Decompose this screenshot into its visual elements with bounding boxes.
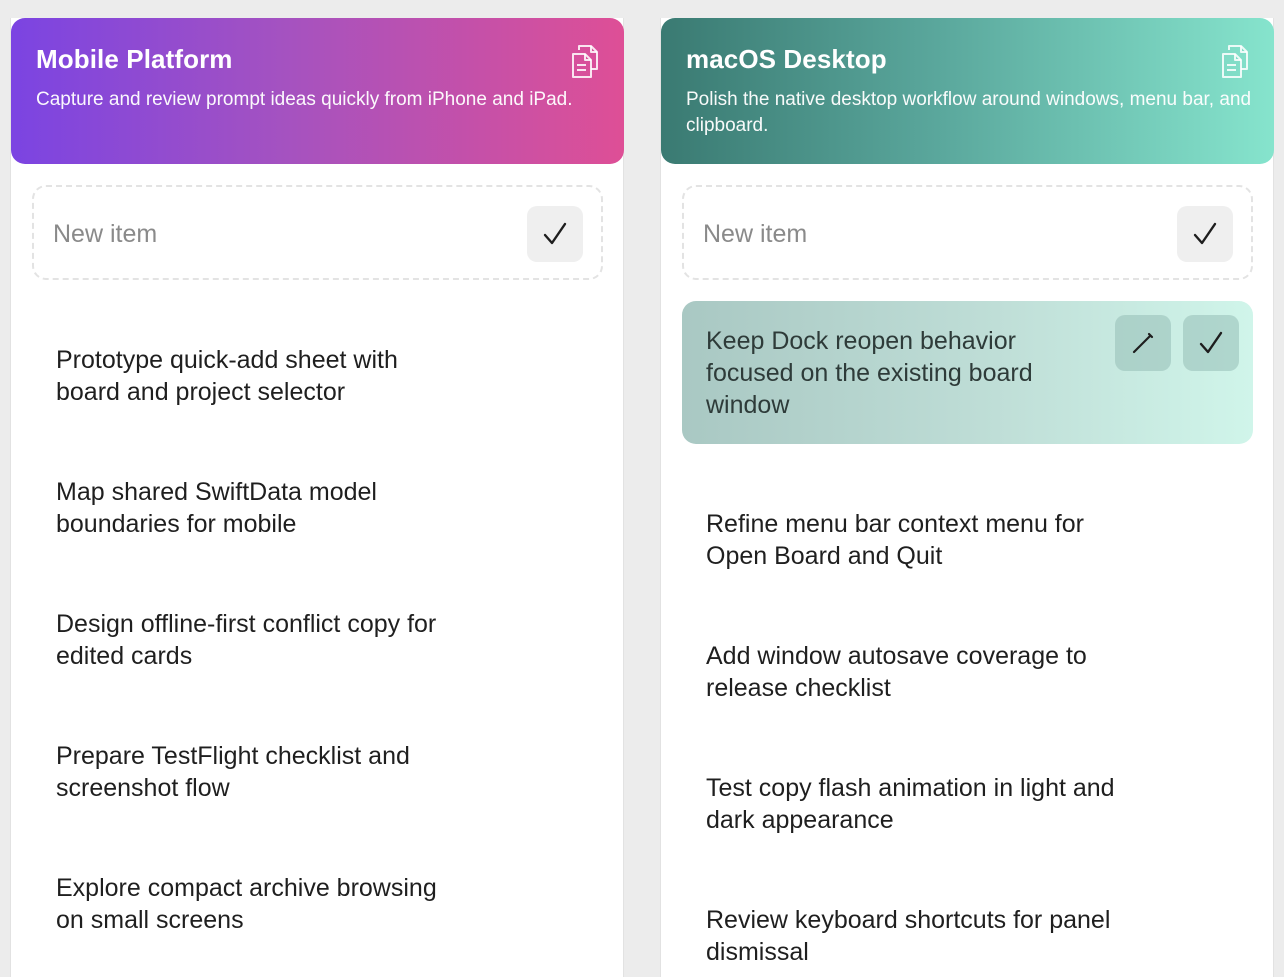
column-title: Mobile Platform <box>36 44 233 74</box>
new-item-row <box>32 185 603 280</box>
list-item-highlighted[interactable]: Keep Dock reopen behavior focused on the… <box>682 301 1253 444</box>
list-item[interactable]: Prepare TestFlight checklist and screens… <box>32 716 603 828</box>
complete-button[interactable] <box>1183 315 1239 371</box>
item-text: Refine menu bar context menu for Open Bo… <box>706 510 1084 570</box>
add-item-button[interactable] <box>527 206 583 262</box>
copy-icon[interactable] <box>570 43 600 79</box>
list-item[interactable]: Review keyboard shortcuts for panel dism… <box>682 880 1253 977</box>
list-item[interactable]: Refine menu bar context menu for Open Bo… <box>682 484 1253 596</box>
item-text: Explore compact archive browsing on smal… <box>56 874 437 934</box>
list-item[interactable]: Explore compact archive browsing on smal… <box>32 848 603 960</box>
pencil-icon <box>1132 332 1154 354</box>
new-item-row <box>682 185 1253 280</box>
list-item[interactable]: Add window autosave coverage to release … <box>682 616 1253 728</box>
column-macos-desktop: macOS Desktop Polish the native desktop … <box>660 18 1274 977</box>
item-text: Keep Dock reopen behavior focused on the… <box>706 327 1033 419</box>
new-item-input[interactable] <box>53 217 493 251</box>
item-text: Design offline-first conflict copy for e… <box>56 610 437 670</box>
item-text: Review keyboard shortcuts for panel dism… <box>706 906 1111 966</box>
column-header: macOS Desktop Polish the native desktop … <box>661 18 1274 164</box>
checkmark-icon <box>543 222 567 245</box>
column-description: Capture and review prompt ideas quickly … <box>36 89 573 110</box>
list-item[interactable]: Design offline-first conflict copy for e… <box>32 584 603 696</box>
checkmark-icon <box>1193 222 1217 245</box>
list-item[interactable]: Map shared SwiftData model boundaries fo… <box>32 452 603 564</box>
column-mobile-platform: Mobile Platform Capture and review promp… <box>10 18 624 977</box>
list-item[interactable]: Prototype quick-add sheet with board and… <box>32 320 603 432</box>
edit-button[interactable] <box>1115 315 1171 371</box>
copy-icon[interactable] <box>1220 43 1250 79</box>
add-item-button[interactable] <box>1177 206 1233 262</box>
board: Mobile Platform Capture and review promp… <box>0 0 1284 977</box>
checkmark-icon <box>1199 331 1223 354</box>
column-description: Polish the native desktop workflow aroun… <box>686 89 1252 136</box>
item-actions <box>1115 315 1239 371</box>
item-text: Prototype quick-add sheet with board and… <box>56 346 398 406</box>
item-text: Add window autosave coverage to release … <box>706 642 1087 702</box>
item-text: Map shared SwiftData model boundaries fo… <box>56 478 377 538</box>
column-header: Mobile Platform Capture and review promp… <box>11 18 624 164</box>
item-text: Test copy flash animation in light and d… <box>706 774 1115 834</box>
column-title: macOS Desktop <box>686 44 887 74</box>
item-text: Prepare TestFlight checklist and screens… <box>56 742 410 802</box>
list-item[interactable]: Test copy flash animation in light and d… <box>682 748 1253 860</box>
new-item-input[interactable] <box>703 217 1143 251</box>
